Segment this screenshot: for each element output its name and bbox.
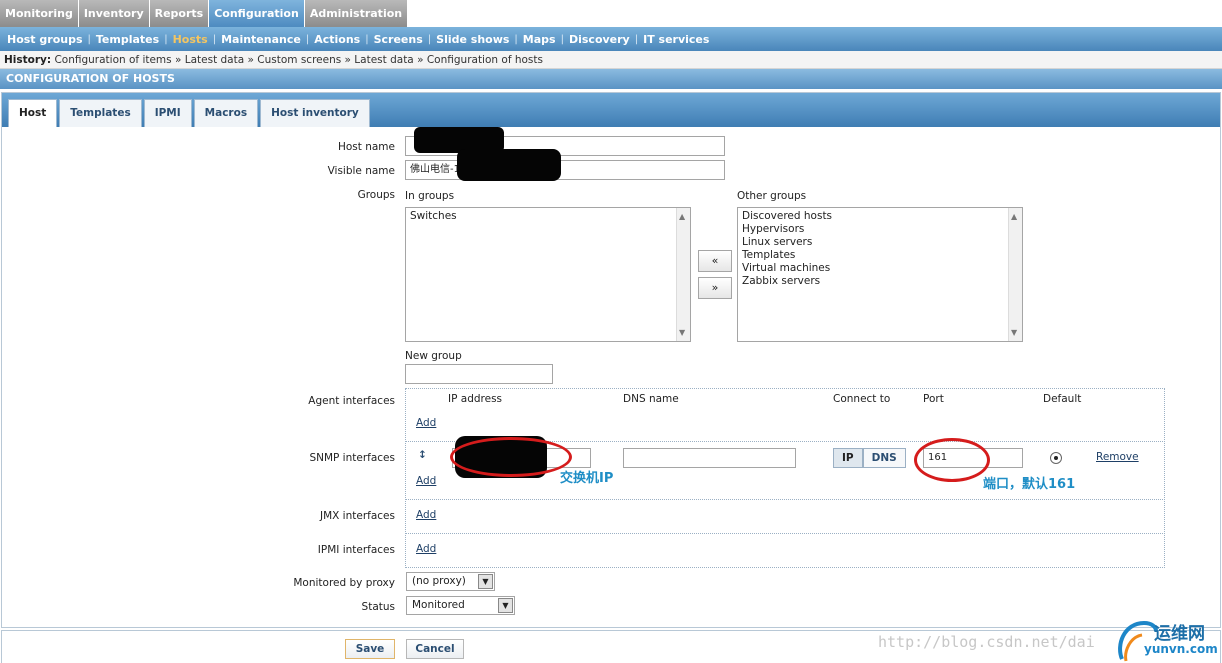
scroll-up-icon[interactable]: ▲ xyxy=(1011,210,1017,223)
chevron-down-icon[interactable]: ▼ xyxy=(478,574,493,589)
redacted-visible-name xyxy=(457,149,561,181)
add-snmp-interface-link[interactable]: Add xyxy=(416,475,436,487)
submenu-it-services[interactable]: IT services xyxy=(638,33,714,46)
list-item[interactable]: Virtual machines xyxy=(742,262,1018,275)
list-item[interactable]: Hypervisors xyxy=(742,223,1018,236)
proxy-label: Monitored by proxy xyxy=(293,577,395,589)
move-left-button[interactable]: « xyxy=(698,250,732,272)
chevron-down-icon[interactable]: ▼ xyxy=(498,598,513,613)
scrollbar[interactable]: ▲ ▼ xyxy=(1008,208,1022,341)
tab-macros[interactable]: Macros xyxy=(193,99,259,127)
add-ipmi-interface-link[interactable]: Add xyxy=(416,543,436,555)
in-groups-label: In groups xyxy=(405,190,455,202)
other-groups-label: Other groups xyxy=(737,190,807,202)
move-right-button[interactable]: » xyxy=(698,277,732,299)
page-title: CONFIGURATION OF HOSTS xyxy=(0,69,1222,89)
status-value: Monitored xyxy=(412,599,465,611)
in-groups-list[interactable]: Switches ▲ ▼ xyxy=(405,207,691,342)
top-menu: Monitoring Inventory Reports Configurati… xyxy=(0,0,408,27)
ipmi-interfaces-label: IPMI interfaces xyxy=(317,544,395,556)
submenu-maintenance[interactable]: Maintenance xyxy=(216,33,306,46)
logo-text: 运维网 xyxy=(1154,624,1205,644)
tab-host-inventory[interactable]: Host inventory xyxy=(260,99,370,127)
menu-reports[interactable]: Reports xyxy=(149,0,209,27)
add-jmx-interface-link[interactable]: Add xyxy=(416,509,436,521)
remove-interface-link[interactable]: Remove xyxy=(1096,451,1139,463)
history-label: History: xyxy=(4,54,52,66)
logo-subtext: yunvn.com xyxy=(1144,642,1218,656)
watermark: http://blog.csdn.net/dai xyxy=(878,633,1095,651)
new-group-label: New group xyxy=(405,350,462,362)
submenu-hosts[interactable]: Hosts xyxy=(168,33,213,46)
default-radio[interactable] xyxy=(1050,452,1062,464)
highlight-ellipse-ip xyxy=(450,437,572,477)
other-groups-list[interactable]: Discovered hosts Hypervisors Linux serve… xyxy=(737,207,1023,342)
connect-dns-button[interactable]: DNS xyxy=(862,448,906,468)
proxy-select[interactable]: (no proxy) ▼ xyxy=(406,572,495,591)
host-config-panel: Host Templates IPMI Macros Host inventor… xyxy=(1,92,1221,628)
scroll-down-icon[interactable]: ▼ xyxy=(679,326,685,339)
col-dns-name: DNS name xyxy=(623,393,679,405)
col-port: Port xyxy=(923,393,944,405)
annotation-port-default: 端口，默认161 xyxy=(983,477,1076,492)
connect-ip-button[interactable]: IP xyxy=(833,448,863,468)
visible-name-input[interactable]: 佛山电信-1 xyxy=(405,160,725,180)
menu-configuration[interactable]: Configuration xyxy=(209,0,304,27)
submenu-host-groups[interactable]: Host groups xyxy=(2,33,88,46)
menu-inventory[interactable]: Inventory xyxy=(78,0,149,27)
jmx-interfaces-label: JMX interfaces xyxy=(320,510,395,522)
cancel-button[interactable]: Cancel xyxy=(406,639,464,659)
groups-label: Groups xyxy=(357,189,395,201)
submenu-screens[interactable]: Screens xyxy=(369,33,428,46)
scroll-down-icon[interactable]: ▼ xyxy=(1011,326,1017,339)
history-bar: History: Configuration of items » Latest… xyxy=(0,51,1222,69)
list-item[interactable]: Templates xyxy=(742,249,1018,262)
submenu-maps[interactable]: Maps xyxy=(518,33,561,46)
site-logo: 运维网 yunvn.com xyxy=(1114,615,1222,663)
add-agent-interface-link[interactable]: Add xyxy=(416,417,436,429)
visible-name-label: Visible name xyxy=(327,165,395,177)
status-select[interactable]: Monitored ▼ xyxy=(406,596,515,615)
proxy-value: (no proxy) xyxy=(412,575,466,587)
highlight-ellipse-port xyxy=(914,438,990,482)
host-name-label: Host name xyxy=(337,141,395,153)
list-item[interactable]: Zabbix servers xyxy=(742,275,1018,288)
tab-host[interactable]: Host xyxy=(8,99,58,127)
new-group-input[interactable] xyxy=(405,364,553,384)
tab-bar: Host Templates IPMI Macros Host inventor… xyxy=(2,93,1220,127)
snmp-dns-input[interactable] xyxy=(623,448,796,468)
list-item[interactable]: Linux servers xyxy=(742,236,1018,249)
menu-administration[interactable]: Administration xyxy=(304,0,408,27)
scroll-up-icon[interactable]: ▲ xyxy=(679,210,685,223)
annotation-switch-ip: 交换机IP xyxy=(560,471,614,486)
list-item[interactable]: Discovered hosts xyxy=(742,210,1018,223)
submenu-discovery[interactable]: Discovery xyxy=(564,33,635,46)
sub-menu: Host groups | Templates | Hosts | Maintenan… xyxy=(0,27,1222,51)
menu-monitoring[interactable]: Monitoring xyxy=(0,0,78,27)
col-ip-address: IP address xyxy=(448,393,503,405)
tab-templates[interactable]: Templates xyxy=(59,99,142,127)
history-trail[interactable]: Configuration of items » Latest data » C… xyxy=(54,54,543,66)
submenu-actions[interactable]: Actions xyxy=(309,33,365,46)
list-item[interactable]: Switches xyxy=(410,210,686,223)
agent-interfaces-label: Agent interfaces xyxy=(308,395,395,407)
connect-to-toggle[interactable]: IP DNS xyxy=(833,448,906,468)
snmp-interfaces-label: SNMP interfaces xyxy=(309,452,395,464)
drag-handle-icon[interactable]: ↕ xyxy=(418,449,427,461)
status-label: Status xyxy=(361,601,395,613)
save-button[interactable]: Save xyxy=(345,639,395,659)
col-connect-to: Connect to xyxy=(833,393,891,405)
scrollbar[interactable]: ▲ ▼ xyxy=(676,208,690,341)
submenu-templates[interactable]: Templates xyxy=(91,33,164,46)
col-default: Default xyxy=(1043,393,1082,405)
tab-ipmi[interactable]: IPMI xyxy=(143,99,192,127)
submenu-slide-shows[interactable]: Slide shows xyxy=(431,33,514,46)
